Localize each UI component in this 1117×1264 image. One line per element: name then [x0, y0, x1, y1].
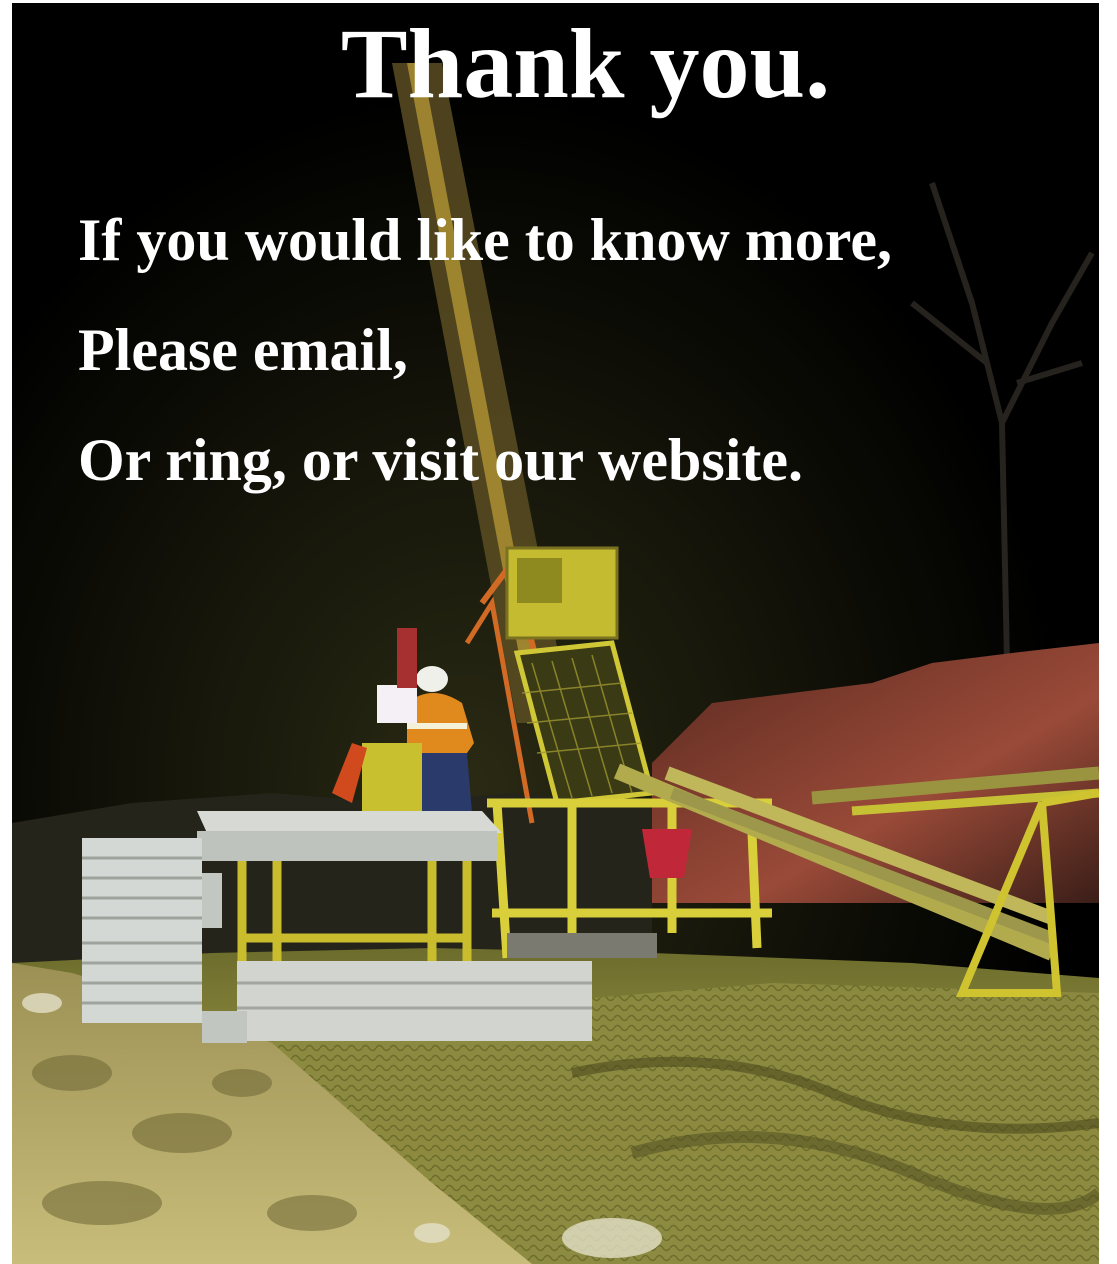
engine-block [362, 743, 422, 813]
contact-line-email: Please email, [78, 317, 408, 383]
drill-site-photo [12, 3, 1099, 1264]
core-trays-ground [202, 961, 592, 1043]
thank-you-slide: Thank you. If you would like to know mor… [12, 3, 1099, 1264]
core-tray-stack [82, 838, 222, 1023]
work-light [377, 685, 417, 723]
red-bucket [642, 829, 692, 878]
page-title: Thank you. [340, 8, 831, 119]
contact-line-ring-website: Or ring, or visit our website. [78, 427, 803, 493]
contact-line-know-more: If you would like to know more, [78, 207, 892, 273]
